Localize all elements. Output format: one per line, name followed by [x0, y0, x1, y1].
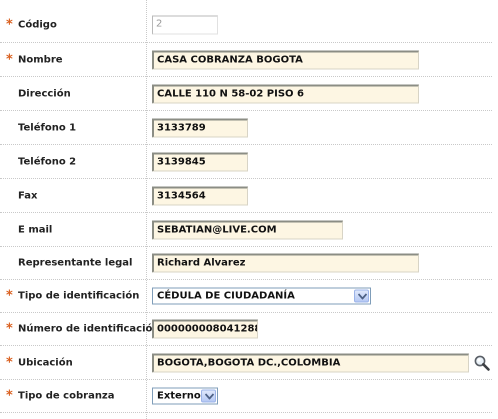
telefono-1-label: Teléfono 1	[18, 122, 77, 133]
row-representante-legal: Representante legal Richard Alvarez	[0, 247, 492, 280]
required-marker: *	[6, 321, 13, 337]
tipo-identificacion-select[interactable]: CÉDULA DE CIUDADANÍA	[152, 287, 371, 305]
row-numero-identificacion: * Número de identificación 0000000080412…	[0, 313, 492, 346]
tipo-identificacion-label: Tipo de identificación	[18, 290, 140, 302]
email-field[interactable]: SEBATIAN@LIVE.COM	[152, 220, 343, 239]
row-email: E mail SEBATIAN@LIVE.COM	[0, 213, 492, 247]
tipo-cobranza-value: Externo	[157, 390, 201, 402]
representante-legal-field[interactable]: Richard Alvarez	[152, 253, 419, 273]
nombre-label: Nombre	[18, 54, 63, 65]
required-marker: *	[6, 288, 13, 304]
required-marker: *	[6, 355, 13, 370]
row-telefono-1: Teléfono 1 3133789	[0, 111, 492, 145]
codigo-field[interactable]: 2	[152, 15, 218, 35]
direccion-field[interactable]: CALLE 110 N 58-02 PISO 6	[152, 84, 419, 103]
email-label: E mail	[18, 224, 53, 235]
numero-identificacion-field[interactable]: 0000000080412888	[152, 319, 258, 339]
magnifier-search-icon[interactable]	[473, 354, 491, 372]
codigo-label: Código	[18, 19, 57, 31]
row-fax: Fax 3134564	[0, 179, 492, 213]
telefono-1-field[interactable]: 3133789	[152, 118, 248, 137]
required-marker: *	[6, 388, 13, 404]
fax-label: Fax	[18, 190, 38, 201]
tipo-cobranza-select[interactable]: Externo	[152, 387, 218, 405]
ubicacion-field[interactable]: BOGOTA,BOGOTA DC.,COLOMBIA	[152, 353, 469, 372]
chevron-down-icon[interactable]	[201, 389, 216, 403]
nombre-field[interactable]: CASA COBRANZA BOGOTA	[152, 50, 419, 69]
numero-identificacion-label: Número de identificación	[18, 323, 160, 335]
row-tipo-cobranza: * Tipo de cobranza Externo	[0, 380, 492, 413]
required-marker: *	[6, 17, 13, 33]
chevron-down-icon[interactable]	[354, 289, 369, 303]
row-direccion: Dirección CALLE 110 N 58-02 PISO 6	[0, 77, 492, 111]
row-ubicacion: * Ubicación BOGOTA,BOGOTA DC.,COLOMBIA	[0, 346, 492, 380]
row-telefono-2: Teléfono 2 3139845	[0, 145, 492, 179]
ubicacion-label: Ubicación	[18, 357, 73, 368]
entity-form: * Código 2 * Nombre CASA COBRANZA BOGOTA…	[0, 0, 498, 419]
tipo-cobranza-label: Tipo de cobranza	[18, 390, 115, 402]
required-marker: *	[6, 52, 13, 67]
representante-legal-label: Representante legal	[18, 257, 133, 269]
telefono-2-label: Teléfono 2	[18, 156, 77, 167]
row-nombre: * Nombre CASA COBRANZA BOGOTA	[0, 43, 492, 77]
tipo-identificacion-value: CÉDULA DE CIUDADANÍA	[157, 290, 295, 302]
telefono-2-field[interactable]: 3139845	[152, 152, 248, 171]
direccion-label: Dirección	[18, 88, 71, 99]
row-tipo-identificacion: * Tipo de identificación CÉDULA DE CIUDA…	[0, 280, 492, 313]
row-codigo: * Código 2	[0, 8, 492, 43]
fax-field[interactable]: 3134564	[152, 186, 248, 205]
